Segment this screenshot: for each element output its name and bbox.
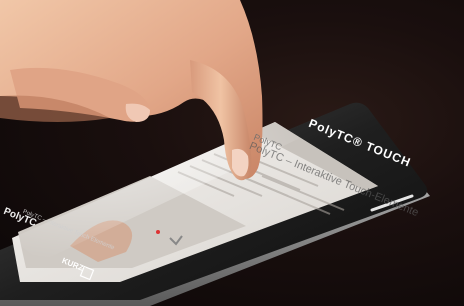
red-indicator — [156, 230, 160, 234]
